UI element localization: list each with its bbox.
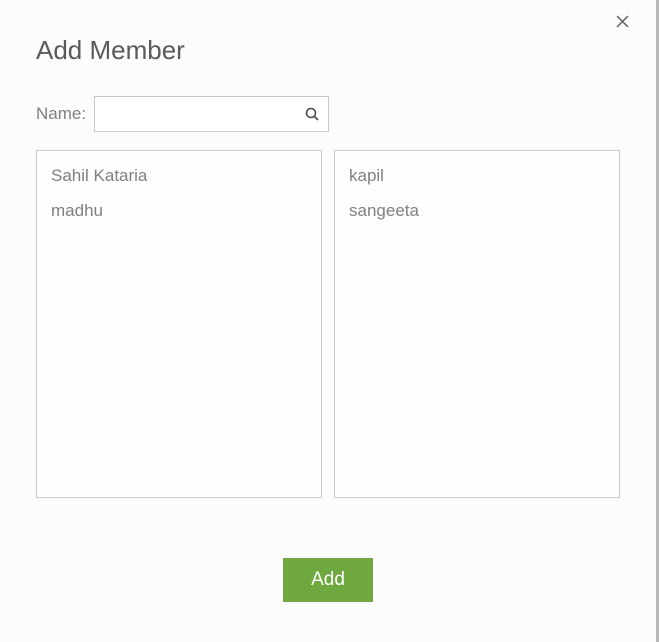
dialog-title: Add Member xyxy=(36,35,620,66)
dialog-footer: Add xyxy=(36,558,620,602)
available-list[interactable]: Sahil Kataria madhu xyxy=(36,150,322,498)
list-item[interactable]: kapil xyxy=(349,166,605,186)
close-button[interactable] xyxy=(612,14,632,34)
list-item[interactable]: madhu xyxy=(51,201,307,221)
name-search-input[interactable] xyxy=(94,96,329,132)
close-icon xyxy=(616,15,629,33)
list-item[interactable]: Sahil Kataria xyxy=(51,166,307,186)
add-button[interactable]: Add xyxy=(283,558,373,602)
selected-list[interactable]: kapil sangeeta xyxy=(334,150,620,498)
search-wrapper xyxy=(94,96,329,132)
add-member-dialog: Add Member Name: Sahil Kataria madhu kap… xyxy=(0,0,656,622)
list-item[interactable]: sangeeta xyxy=(349,201,605,221)
member-lists: Sahil Kataria madhu kapil sangeeta xyxy=(36,150,620,498)
name-label: Name: xyxy=(36,104,86,124)
name-search-row: Name: xyxy=(36,96,620,132)
